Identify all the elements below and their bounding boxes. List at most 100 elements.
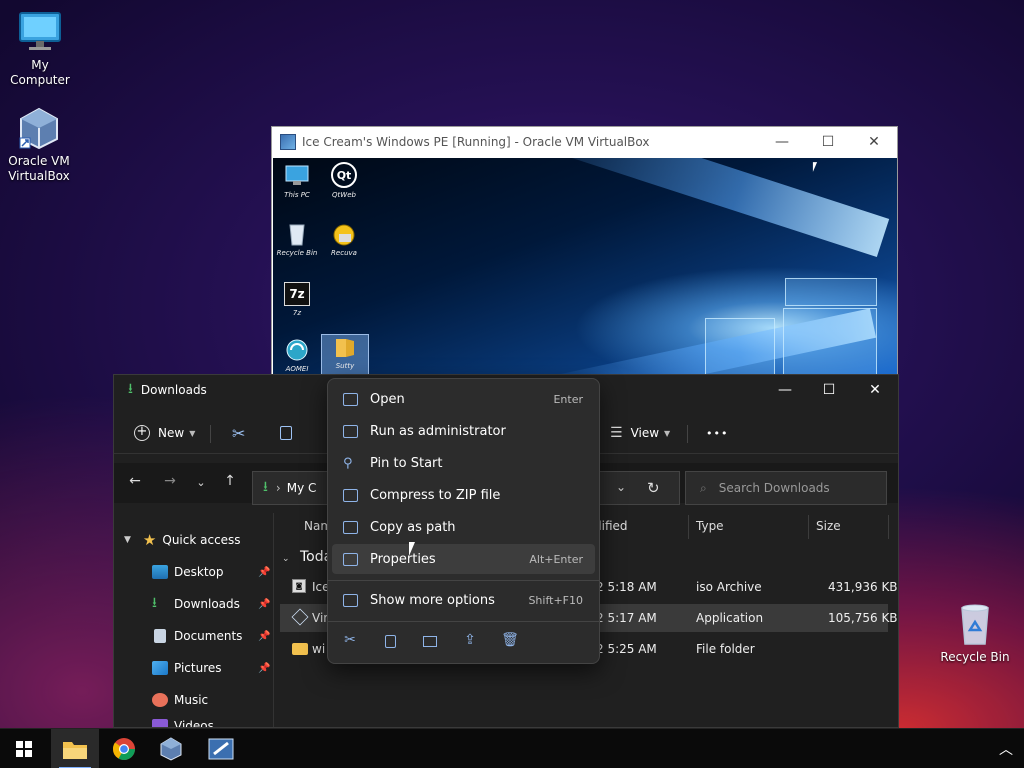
new-button[interactable]: + New ▼	[134, 421, 195, 445]
refresh-button[interactable]: ↻	[647, 479, 660, 497]
back-button[interactable]: ←	[126, 473, 144, 489]
pin-icon: 📌	[258, 598, 271, 610]
virtualbox-titlebar[interactable]: Ice Cream's Windows PE [Running] - Oracl…	[272, 127, 897, 157]
file-modified: 2 5:17 AM	[596, 611, 657, 625]
menu-item-compress-to-zip[interactable]: Compress to ZIP file	[332, 480, 595, 510]
desktop-icon-label: Oracle VM VirtualBox	[8, 154, 70, 183]
minimize-button[interactable]: —	[762, 375, 808, 405]
up-button[interactable]: ↑	[221, 473, 239, 489]
menu-item-pin-to-start[interactable]: ⚲ Pin to Start	[332, 448, 595, 478]
guest-icon-aomei[interactable]: AOMEI	[273, 338, 321, 373]
maximize-button[interactable]: ☐	[806, 375, 852, 405]
music-icon	[152, 693, 168, 707]
chevron-down-icon: ▼	[664, 428, 671, 438]
download-icon: ⭳	[128, 381, 133, 397]
address-bar-end[interactable]: ⌄ ↻	[600, 471, 680, 505]
rename-icon	[423, 636, 437, 647]
windows-logo-icon	[16, 741, 32, 757]
desktop-icon-recycle-bin[interactable]: Recycle Bin	[935, 602, 1015, 665]
virtualbox-icon	[160, 737, 182, 761]
guest-icon-qtweb[interactable]: Qt QtWeb	[320, 162, 368, 199]
guest-icon-this-pc[interactable]: This PC	[273, 164, 321, 199]
menu-item-properties[interactable]: Properties Alt+Enter	[332, 544, 595, 574]
copy-button[interactable]	[380, 632, 400, 652]
cut-button[interactable]: ✂	[340, 632, 360, 652]
wallpaper-window-pane	[785, 278, 877, 306]
iso-file-icon: ◙	[292, 579, 306, 593]
share-icon: ⇪	[464, 632, 476, 648]
wallpaper-window-pane	[783, 308, 877, 375]
copy-button[interactable]	[280, 421, 292, 445]
virtual-machine-icon	[208, 738, 234, 760]
search-input[interactable]: Search Downloads	[719, 481, 830, 495]
close-button[interactable]: ✕	[852, 375, 898, 405]
view-button-label: View	[630, 426, 660, 440]
desktop-icon-my-computer[interactable]: My Computer	[0, 10, 80, 88]
guest-icon-7z[interactable]: 7z 7z	[273, 282, 321, 317]
rename-button[interactable]	[420, 632, 440, 652]
group-header-today[interactable]: ⌄ Toda	[282, 549, 332, 565]
pin-icon: 📌	[258, 662, 271, 674]
show-hidden-icons-button[interactable]: ︿	[999, 739, 1013, 759]
sidebar-label: Documents	[174, 629, 243, 643]
forward-button[interactable]: →	[161, 473, 179, 489]
desktop-icon-label: My Computer	[10, 58, 70, 87]
download-icon: ⭳	[152, 595, 157, 611]
file-name: Vir	[312, 611, 329, 625]
folder-icon	[63, 742, 87, 759]
menu-item-copy-as-path[interactable]: Copy as path	[332, 512, 595, 542]
monitor-icon	[284, 164, 310, 188]
recycle-bin-icon	[284, 222, 310, 246]
taskbar-chrome[interactable]	[100, 729, 148, 768]
menu-item-label: Run as administrator	[370, 423, 506, 439]
sidebar-item-documents[interactable]: Documents 📌	[152, 625, 270, 647]
menu-item-shortcut: Alt+Enter	[529, 552, 583, 566]
menu-item-shortcut: Shift+F10	[528, 593, 583, 607]
virtualbox-window[interactable]: Ice Cream's Windows PE [Running] - Oracl…	[271, 126, 898, 376]
file-type: File folder	[696, 642, 755, 656]
vm-display[interactable]: This PC Qt QtWeb Recycle Bin Recuva 7z 7…	[273, 158, 897, 375]
sidebar-item-pictures[interactable]: Pictures 📌	[152, 657, 270, 679]
application-icon	[291, 608, 309, 626]
see-more-button[interactable]: •••	[706, 421, 728, 445]
guest-icon-recuva[interactable]: Recuva	[320, 222, 368, 257]
column-header-type[interactable]: Type	[696, 519, 724, 533]
recent-locations-button[interactable]: ⌄	[192, 476, 210, 489]
sidebar-item-quick-access[interactable]: ▼ ★ Quick access	[124, 529, 241, 551]
column-header-size[interactable]: Size	[816, 519, 841, 533]
delete-button[interactable]: 🗑	[500, 632, 520, 652]
taskbar-vm-window[interactable]	[197, 729, 245, 768]
qtweb-icon: Qt	[331, 162, 357, 188]
sidebar-label: Downloads	[174, 597, 240, 611]
breadcrumb[interactable]: My C	[287, 481, 317, 495]
scissors-icon: ✂	[344, 632, 356, 648]
file-type: Application	[696, 611, 764, 625]
cut-button[interactable]: ✂	[232, 421, 245, 445]
menu-item-show-more-options[interactable]: Show more options Shift+F10	[332, 585, 595, 615]
menu-item-open[interactable]: Open Enter	[332, 384, 595, 414]
minimize-button[interactable]: —	[759, 127, 805, 157]
arrow-left-icon: ←	[129, 473, 141, 489]
view-button[interactable]: ☰ View ▼	[610, 421, 670, 445]
sidebar-item-videos[interactable]: Videos	[152, 719, 214, 727]
pictures-icon	[152, 661, 168, 675]
guest-icon-recycle-bin[interactable]: Recycle Bin	[273, 222, 321, 257]
sidebar-item-music[interactable]: Music	[152, 689, 208, 711]
share-button[interactable]: ⇪	[460, 632, 480, 652]
open-icon	[343, 392, 358, 406]
close-button[interactable]: ✕	[851, 127, 897, 157]
sidebar-item-downloads[interactable]: ⭳ Downloads 📌	[152, 593, 270, 615]
start-button[interactable]	[0, 729, 48, 768]
maximize-button[interactable]: ☐	[805, 127, 851, 157]
guest-icon-sutty[interactable]: Sutty	[321, 334, 369, 375]
search-box[interactable]: ⌕ Search Downloads	[685, 471, 887, 505]
menu-item-run-as-administrator[interactable]: Run as administrator	[332, 416, 595, 446]
sidebar-item-desktop[interactable]: Desktop 📌	[152, 561, 270, 583]
desktop-icon-virtualbox[interactable]: Oracle VM VirtualBox	[0, 106, 79, 184]
taskbar-file-explorer[interactable]	[51, 729, 99, 768]
chrome-icon	[112, 738, 135, 760]
taskbar-virtualbox[interactable]	[147, 729, 195, 768]
file-size: 431,936 KB	[828, 580, 898, 594]
menu-item-label: Copy as path	[370, 519, 456, 535]
guest-icon-label: Recuva	[331, 249, 357, 257]
